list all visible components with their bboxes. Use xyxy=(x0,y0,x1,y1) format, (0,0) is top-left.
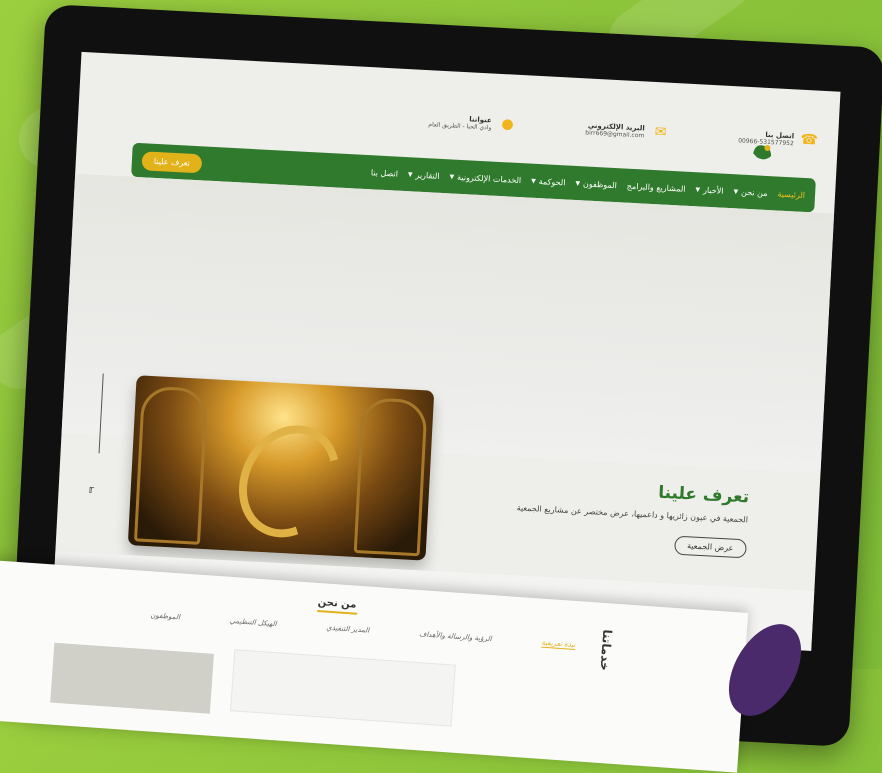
nav-item-news[interactable]: الأخبار ▼ xyxy=(695,185,723,195)
nav-item-employees[interactable]: الموظفون ▼ xyxy=(575,178,617,190)
site-logo[interactable] xyxy=(749,139,778,164)
about-image xyxy=(127,375,435,561)
paper-tabs: نبذة تعريفية الرؤية والرسالة والأهداف ال… xyxy=(76,606,576,651)
paper-side-label: خدماتنا xyxy=(597,629,615,672)
envelope-icon: ✉ xyxy=(654,124,667,141)
address-contact: ● عنواننا وادي الحيا - الطريق العام xyxy=(428,113,516,133)
tab-structure[interactable]: الهيكل التنظيمي xyxy=(229,617,277,629)
chevron-down-icon: ▼ xyxy=(531,177,536,185)
nav-item-about[interactable]: من نحن ▼ xyxy=(733,187,767,197)
nav-item-governance[interactable]: الحوكمة ▼ xyxy=(531,176,566,187)
chevron-down-icon: ▼ xyxy=(695,185,701,193)
location-pin-icon: ● xyxy=(501,116,515,133)
paper-image xyxy=(50,642,214,714)
phone-icon: ☎ xyxy=(800,131,819,149)
tab-employees[interactable]: الموظفون xyxy=(150,611,180,622)
paper-card xyxy=(230,649,456,727)
nav-item-home[interactable]: الرئيسية xyxy=(777,189,805,199)
chevron-down-icon: ▼ xyxy=(575,179,581,187)
chevron-down-icon: ▼ xyxy=(733,187,739,195)
website-screen: ☎ اتصل بنا 00966-531577952 ✉ البريد الإل… xyxy=(52,51,841,651)
nav-item-contact[interactable]: اتصل بنا xyxy=(371,168,399,178)
paper-section-title: من نحن xyxy=(317,597,358,615)
about-title: تعرف علينا xyxy=(657,482,750,508)
nav-item-projects[interactable]: المشاريع والبرامج xyxy=(627,181,686,193)
twitter-icon[interactable]: 𝕣 xyxy=(88,483,94,496)
nav-item-reports[interactable]: التقارير ▼ xyxy=(407,170,440,180)
email-contact[interactable]: ✉ البريد الإلكتروني birr669@gmail.com xyxy=(585,121,669,141)
tab-intro[interactable]: نبذة تعريفية xyxy=(541,638,576,651)
view-association-button[interactable]: عرض الجمعية xyxy=(673,535,747,559)
about-description: الجمعية في عيون زائريها و داعميها، عرض م… xyxy=(516,503,749,525)
tab-vision[interactable]: الرؤية والرسالة والأهداف xyxy=(419,630,492,644)
chevron-down-icon: ▼ xyxy=(449,172,455,181)
tab-director[interactable]: المدير التنفيذي xyxy=(326,624,369,636)
about-us-cta-button[interactable]: تعرف علينا xyxy=(141,150,203,173)
chevron-down-icon: ▼ xyxy=(407,170,413,178)
nav-item-eservices[interactable]: الخدمات الإلكترونية ▼ xyxy=(449,172,521,184)
